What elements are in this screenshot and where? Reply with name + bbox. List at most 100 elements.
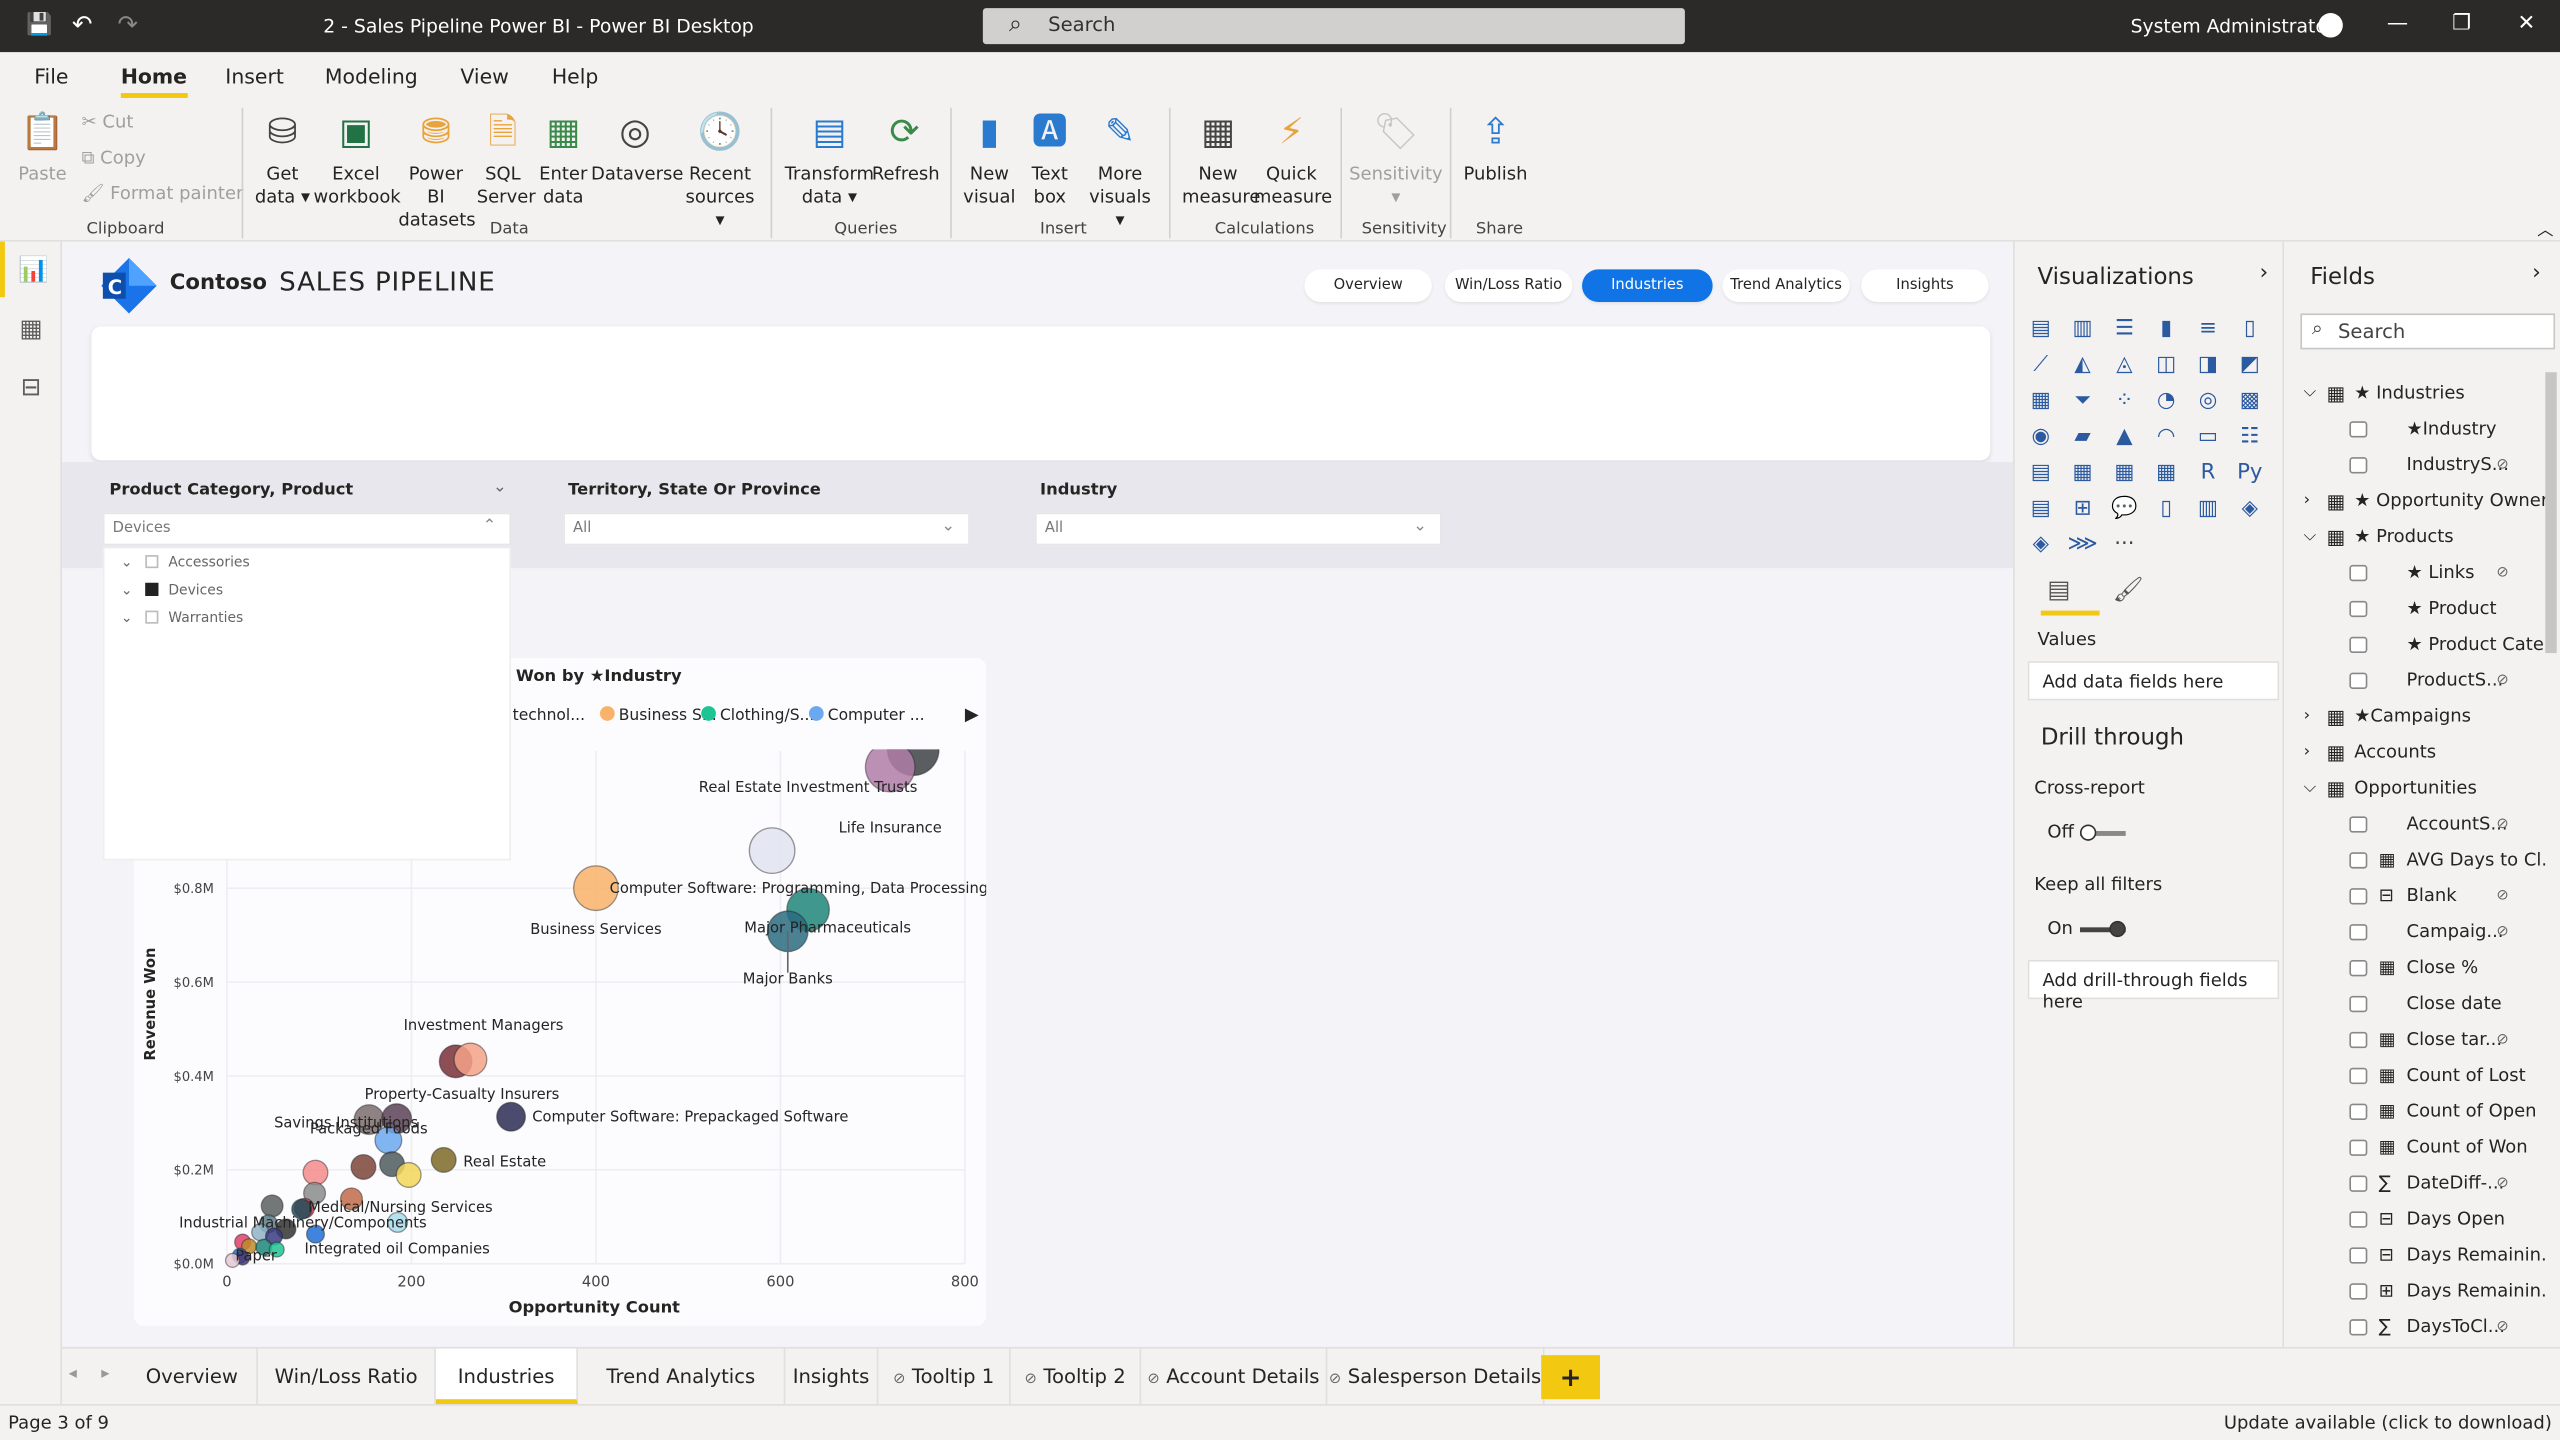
field-checkbox[interactable] [2349, 636, 2368, 654]
table-icon[interactable]: ▦ [2108, 457, 2141, 490]
key-influencers-icon[interactable]: ▤ [2024, 493, 2057, 526]
sql-server-button[interactable]: 🗎 SQL Server [477, 108, 536, 209]
donut-icon[interactable]: ◎ [2192, 385, 2225, 418]
funnel-icon[interactable]: ⏷ [2066, 385, 2099, 418]
user-name[interactable]: System Administrator [2131, 15, 2335, 38]
field-table[interactable]: ⌵ ▦ ★ Industries [2284, 376, 2545, 412]
nav-insights[interactable]: Insights [1861, 269, 1989, 303]
card-icon[interactable]: ▭ [2192, 421, 2225, 454]
100-bar-icon[interactable]: ≡ [2192, 313, 2225, 346]
page-tab[interactable]: Industries [435, 1348, 578, 1405]
checkbox[interactable] [145, 582, 159, 596]
recent-sources-button[interactable]: 🕓 Recent sources ▾ [682, 108, 757, 232]
field-item[interactable]: ⊟ Days Remainin... [2284, 1238, 2545, 1274]
field-item[interactable]: ★Industry [2284, 411, 2545, 447]
field-item[interactable]: ▦ Close tar... ⊘ [2284, 1022, 2545, 1058]
map-icon[interactable]: ◉ [2024, 421, 2057, 454]
fields-scrollbar[interactable] [2545, 372, 2557, 654]
nav-win-loss-ratio[interactable]: Win/Loss Ratio [1444, 269, 1573, 303]
python-visual-icon[interactable]: Py [2233, 457, 2266, 490]
drill-through-well[interactable]: Add drill-through fields here [2027, 959, 2280, 1012]
publish-button[interactable]: ⇪ Publish [1460, 108, 1532, 186]
more-icon[interactable]: ··· [2108, 529, 2141, 562]
scroll-right-icon[interactable]: ▸ [101, 1365, 109, 1383]
field-checkbox[interactable] [2349, 672, 2368, 689]
checkbox[interactable] [145, 555, 159, 569]
slicer-industry-dropdown[interactable]: All ⌄ [1035, 512, 1442, 546]
bubble[interactable] [302, 1159, 329, 1186]
text-box-button[interactable]: 🅰 Text box [1022, 108, 1078, 209]
qa-icon[interactable]: 💬 [2108, 493, 2141, 526]
kpi-icon[interactable]: ▤ [2024, 457, 2057, 490]
power-bi-datasets-button[interactable]: ⛃ Power BI datasets [398, 108, 475, 232]
field-checkbox[interactable] [2349, 995, 2368, 1013]
scatter-icon[interactable]: ⁘ [2108, 385, 2141, 418]
collapse-pane-icon[interactable]: › [2532, 261, 2540, 285]
power-apps-icon[interactable]: ◈ [2233, 493, 2266, 526]
field-item[interactable]: ∑ DateDiff-... ⊘ [2284, 1166, 2545, 1202]
field-item[interactable]: ▦ Count of Open [2284, 1094, 2545, 1130]
undo-icon[interactable]: ↶ [72, 10, 93, 39]
field-checkbox[interactable] [2349, 600, 2368, 618]
menu-help[interactable]: Help [552, 64, 599, 88]
keep-filters-toggle[interactable] [2079, 920, 2126, 938]
close-icon[interactable]: ✕ [2518, 11, 2536, 35]
stacked-column-icon[interactable]: ▥ [2066, 313, 2099, 346]
field-item[interactable]: ⊟ Days Open [2284, 1202, 2545, 1238]
nav-industries[interactable]: Industries [1582, 269, 1713, 303]
fields-search-input[interactable]: ⌕ Search [2300, 313, 2556, 350]
values-well[interactable]: Add data fields here [2027, 661, 2280, 701]
excel-workbook-button[interactable]: ▣ Excel workbook [313, 108, 400, 209]
collapse-pane-icon[interactable]: › [2260, 261, 2268, 285]
waterfall-icon[interactable]: ▦ [2024, 385, 2057, 418]
menu-view[interactable]: View [460, 64, 508, 88]
menu-insert[interactable]: Insert [225, 64, 284, 88]
field-checkbox[interactable] [2349, 959, 2368, 977]
dataverse-button[interactable]: ◎ Dataverse [591, 108, 683, 186]
sensitivity-button[interactable]: 🏷 Sensitivity ▾ [1349, 108, 1444, 209]
field-item[interactable]: ∑ DaysToCl... ⊘ [2284, 1309, 2545, 1345]
page-tab[interactable]: ⊘ Account Details [1141, 1348, 1328, 1405]
bubble[interactable] [748, 827, 796, 875]
power-automate-icon[interactable]: ◈ [2024, 529, 2057, 562]
redo-icon[interactable]: ↷ [118, 10, 139, 39]
100-column-icon[interactable]: ▯ [2233, 313, 2266, 346]
slicer-product-dropdown[interactable]: Devices ⌃ [102, 512, 512, 546]
bubble[interactable] [453, 1042, 488, 1077]
field-item[interactable]: ▦ AVG Days to Cl... [2284, 842, 2545, 878]
field-item[interactable]: ★ Product Cate... [2284, 627, 2545, 663]
field-table[interactable]: ⌵ ▦ ★ Products [2284, 519, 2545, 555]
chevron-right-icon[interactable]: › [2304, 699, 2311, 735]
field-checkbox[interactable] [2349, 816, 2368, 833]
line-clustered-column-icon[interactable]: ◨ [2192, 349, 2225, 382]
restore-icon[interactable]: ❐ [2452, 11, 2471, 35]
page-tab[interactable]: ⊘ Tooltip 1 [878, 1348, 1011, 1405]
field-table[interactable]: › ▦ Accounts [2284, 735, 2545, 771]
ribbon-icon[interactable]: ◩ [2233, 349, 2266, 382]
line-icon[interactable]: ⟋ [2024, 349, 2057, 382]
field-item[interactable]: ProductS... ⊘ [2284, 663, 2545, 699]
paginated-icon[interactable]: ▥ [2192, 493, 2225, 526]
field-checkbox[interactable] [2349, 852, 2368, 869]
page-tab[interactable]: Overview [127, 1348, 258, 1405]
field-item[interactable]: ⊞ Days Remainin... [2284, 1273, 2545, 1309]
scroll-left-icon[interactable]: ◂ [69, 1365, 77, 1383]
field-checkbox[interactable] [2349, 1319, 2368, 1336]
stacked-area-icon[interactable]: ◬ [2108, 349, 2141, 382]
paste-button[interactable]: 📋 Paste [13, 108, 72, 186]
new-measure-button[interactable]: ▦ New measure [1182, 108, 1260, 209]
field-item[interactable]: ★ Links ⊘ [2284, 555, 2545, 591]
pie-icon[interactable]: ◔ [2150, 385, 2183, 418]
update-available-link[interactable]: Update available (click to download) [2224, 1412, 2552, 1433]
page-tab[interactable]: Win/Loss Ratio [258, 1348, 436, 1405]
new-visual-button[interactable]: ▮ New visual [960, 108, 1019, 209]
menu-modeling[interactable]: Modeling [325, 64, 418, 88]
gauge-icon[interactable]: ◠ [2150, 421, 2183, 454]
slicer-icon[interactable]: ▦ [2066, 457, 2099, 490]
more-visuals-button[interactable]: ✎ More visuals ▾ [1084, 108, 1156, 232]
legend-item[interactable]: technol... [513, 706, 585, 724]
transform-data-button[interactable]: ▤ Transform data ▾ [784, 108, 875, 209]
save-icon[interactable]: 💾 [26, 13, 52, 37]
refresh-button[interactable]: ⟳ Refresh [872, 108, 940, 186]
data-view-icon[interactable]: ▦ [0, 300, 62, 356]
